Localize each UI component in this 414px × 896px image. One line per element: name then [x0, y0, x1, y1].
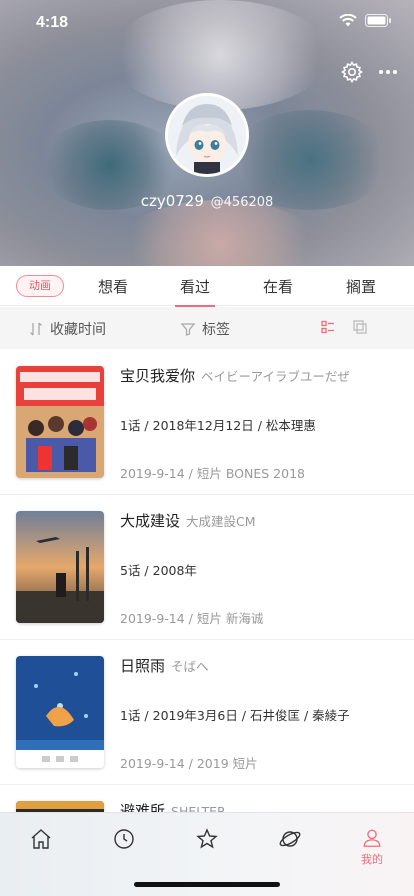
item-title: 日照雨 そばへ: [120, 655, 209, 676]
item-meta: 2019-9-14 / 短片 BONES 2018: [120, 466, 305, 481]
sort-icon: [30, 322, 42, 336]
tab-watching[interactable]: 在看: [248, 276, 308, 297]
list-item[interactable]: 日照雨 そばへ 1话 / 2019年3月6日 / 石井俊匡 / 秦綾子 2019-…: [0, 639, 414, 785]
list-item[interactable]: 宝贝我爱你 ベイビーアイラブユーだぜ 1话 / 2018年12月12日 / 松本理…: [0, 349, 414, 495]
tab-collected[interactable]: 看过: [165, 276, 225, 307]
cover-image: [16, 366, 104, 478]
home-icon: [31, 829, 51, 849]
status-bar: 4:18: [0, 0, 414, 44]
type-filter-chip[interactable]: 动画: [16, 275, 64, 297]
item-title-text: 日照雨: [120, 657, 166, 675]
battery-icon: [365, 14, 391, 27]
filter-bar: 收藏时间 标签: [0, 307, 414, 349]
collection-tabs: 动画 想看 看过 在看 搁置: [0, 266, 414, 307]
item-title: 宝贝我爱你 ベイビーアイラブユーだぜ: [120, 365, 350, 386]
settings-button[interactable]: [340, 60, 364, 84]
item-info: 1话 / 2019年3月6日 / 石井俊匡 / 秦綾子: [120, 708, 350, 723]
sort-label: 收藏时间: [50, 322, 106, 338]
avatar-image: [168, 96, 246, 174]
wifi-icon: [339, 14, 357, 27]
tab-wish[interactable]: 想看: [83, 276, 143, 297]
sort-button[interactable]: 收藏时间: [28, 319, 106, 339]
tag-filter-button[interactable]: 标签: [180, 319, 230, 339]
status-time: 4:18: [36, 14, 69, 31]
tab-home[interactable]: [21, 827, 61, 867]
tab-me-label: 我的: [361, 853, 383, 866]
tab-timeline[interactable]: [104, 827, 144, 867]
tag-label: 标签: [202, 322, 230, 338]
avatar[interactable]: [165, 93, 249, 177]
tab-discover[interactable]: [270, 827, 310, 867]
item-title-text: 宝贝我爱你: [120, 367, 196, 385]
item-meta: 2019-9-14 / 短片 新海诚: [120, 611, 264, 626]
filter-icon: [180, 323, 196, 336]
item-original-title: そばへ: [171, 659, 209, 674]
home-indicator: [134, 882, 280, 887]
item-original-title: 大成建設CM: [186, 514, 256, 529]
item-title-text: 大成建设: [120, 512, 181, 530]
tab-on-hold[interactable]: 搁置: [331, 276, 391, 297]
tab-favorites[interactable]: [187, 827, 227, 867]
planet-icon: [279, 831, 301, 847]
item-original-title: ベイビーアイラブユーだぜ: [201, 369, 350, 384]
item-title: 大成建设 大成建設CM: [120, 510, 256, 531]
gear-icon: [341, 61, 363, 83]
username-text: czy0729: [140, 192, 204, 210]
grid-view-button[interactable]: [352, 319, 368, 335]
grid-view-icon: [353, 320, 367, 334]
cover-image: [16, 511, 104, 623]
tab-me[interactable]: 我的: [352, 827, 392, 867]
item-info: 1话 / 2018年12月12日 / 松本理惠: [120, 418, 316, 433]
user-icon: [363, 829, 381, 847]
clock-icon: [114, 829, 134, 849]
list-view-button[interactable]: [320, 319, 336, 335]
user-id: @456208: [210, 195, 274, 210]
profile-header: 4:18 czy0729 @456208: [0, 0, 414, 266]
list-item[interactable]: 大成建设 大成建設CM 5话 / 2008年 2019-9-14 / 短片 新海诚: [0, 494, 414, 640]
more-button[interactable]: [378, 60, 398, 84]
list-view-icon: [321, 320, 334, 334]
star-icon: [196, 828, 218, 849]
more-icon: [379, 70, 397, 74]
item-meta: 2019-9-14 / 2019 短片: [120, 756, 258, 771]
status-icons: [339, 14, 392, 27]
username: czy0729 @456208: [0, 192, 414, 210]
item-info: 5话 / 2008年: [120, 563, 197, 578]
cover-image: [16, 656, 104, 768]
